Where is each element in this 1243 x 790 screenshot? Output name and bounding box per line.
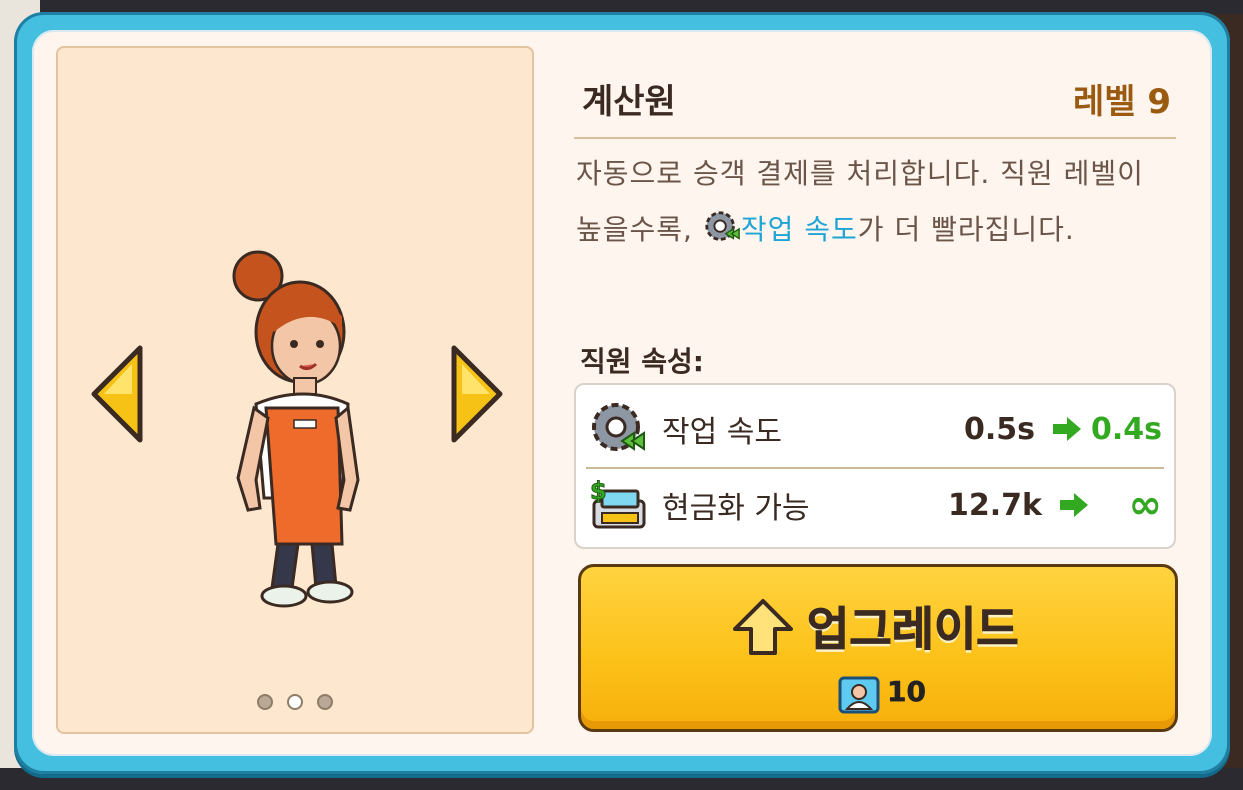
description-text-end: 가 더 빨라집니다.: [857, 213, 1075, 246]
next-arrow-icon[interactable]: [446, 344, 506, 444]
attribute-label: 현금화 가능: [662, 491, 810, 526]
cash-register-icon: $: [590, 477, 646, 529]
title-divider: [574, 137, 1176, 139]
carousel-dot[interactable]: [317, 694, 333, 710]
svg-text:$: $: [590, 477, 607, 505]
gear-speed-icon: [592, 403, 645, 451]
attribute-row-speed: 작업 속도 0.5s 0.4s: [588, 389, 1162, 469]
attribute-next-value: 0.4s: [1090, 411, 1162, 447]
staff-card-icon: [838, 676, 880, 714]
upgrade-label: 업그레이드: [807, 602, 1020, 657]
attributes-title: 직원 속성:: [580, 345, 704, 378]
attribute-row-cash: $ 현금화 가능 12.7k ∞: [588, 465, 1162, 545]
description-highlight: 작업 속도: [740, 213, 858, 246]
attribute-current-value: 12.7k: [948, 487, 1042, 523]
upgrade-cost: 10: [887, 675, 927, 709]
upgrade-button[interactable]: 업그레이드 10: [578, 564, 1178, 732]
arrow-right-icon: [1052, 417, 1081, 441]
staff-preview: [56, 46, 534, 734]
staff-level: 레벨 9: [1072, 82, 1171, 122]
carousel-dots: [58, 694, 532, 710]
attribute-label: 작업 속도: [662, 415, 782, 450]
staff-description: 자동으로 승객 결제를 처리합니다. 직원 레벨이 높을수록, 작업 속도가 더…: [576, 146, 1176, 258]
previous-arrow-icon[interactable]: [88, 344, 148, 444]
attribute-current-value: 0.5s: [963, 411, 1035, 447]
staff-name: 계산원: [582, 82, 676, 122]
attributes-box: 작업 속도 0.5s 0.4s $ 현금화 가능 12.7k ∞: [574, 383, 1176, 549]
upgrade-arrow-icon: [733, 599, 793, 655]
carousel-dot[interactable]: [257, 694, 273, 710]
gear-speed-icon: [705, 211, 740, 241]
attribute-next-value: ∞: [1128, 482, 1162, 528]
cashier-character: [232, 250, 360, 608]
carousel-dot-active[interactable]: [287, 694, 303, 710]
arrow-right-icon: [1060, 493, 1088, 517]
